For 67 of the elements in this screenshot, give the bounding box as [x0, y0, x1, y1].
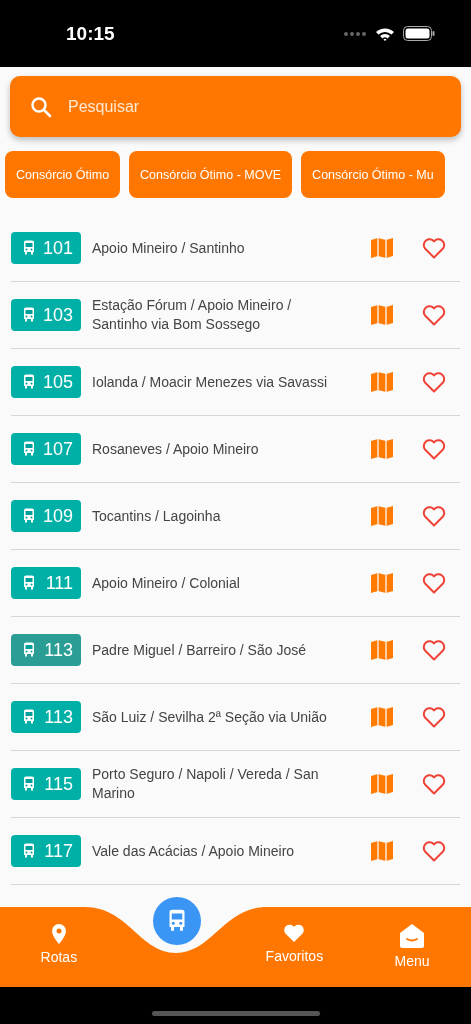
route-number: 113 [44, 639, 73, 661]
bus-icon [21, 441, 37, 457]
heart-icon [283, 924, 306, 943]
map-icon[interactable] [371, 305, 393, 325]
route-name: Vale das Acácias / Apoio Mineiro [92, 841, 296, 861]
map-icon[interactable] [371, 238, 393, 258]
map-icon[interactable] [371, 372, 393, 392]
bus-icon [21, 776, 37, 792]
bus-icon [21, 374, 37, 390]
bus-icon [21, 508, 37, 524]
location-pin-icon [50, 924, 67, 944]
heart-icon[interactable] [422, 639, 446, 661]
bus-button[interactable] [152, 897, 201, 945]
bus-icon [21, 307, 37, 323]
route-number: 105 [42, 371, 73, 393]
heart-icon[interactable] [422, 706, 446, 728]
bus-icon [21, 642, 37, 658]
heart-icon[interactable] [422, 438, 446, 460]
wifi-icon [375, 26, 395, 41]
map-icon[interactable] [371, 573, 393, 593]
status-time: 10:15 [66, 22, 115, 45]
route-number: 101 [42, 237, 73, 259]
heart-icon[interactable] [422, 237, 446, 259]
map-icon[interactable] [371, 774, 393, 794]
route-name: Estação Fórum / Apoio Mineiro / Santinho via Bom Sossego [92, 296, 293, 334]
battery-icon [403, 26, 435, 41]
heart-icon[interactable] [422, 371, 446, 393]
route-name: Padre Miguel / Barreiro / São José [92, 640, 307, 660]
heart-icon[interactable] [422, 572, 446, 594]
bus-icon [21, 575, 37, 591]
route-number: 117 [44, 840, 73, 862]
search-icon [30, 95, 52, 118]
route-name: Apoio Mineiro / Colonial [92, 573, 241, 593]
nav-tab[interactable]: Favoritos [235, 907, 354, 987]
route-number: 107 [42, 438, 73, 460]
signal-icon [343, 30, 367, 37]
filter-chip[interactable]: Consórcio Ótimo [5, 151, 121, 198]
heart-icon[interactable] [422, 840, 446, 862]
route-name: São Luiz / Sevilha 2ª Seção via União [92, 707, 328, 727]
map-icon[interactable] [371, 707, 393, 727]
route-number: 115 [44, 773, 73, 795]
heart-icon[interactable] [422, 773, 446, 795]
bus-icon [21, 709, 37, 725]
route-name: Porto Seguro / Napoli / Vereda / San Marino [92, 765, 320, 803]
route-name: Rosaneves / Apoio Mineiro [92, 439, 260, 459]
search-bar[interactable]: Pesquisar [10, 76, 461, 137]
map-icon[interactable] [371, 841, 393, 861]
search-field[interactable]: Pesquisar [66, 96, 441, 117]
bus-icon [21, 240, 37, 256]
bus-icon [21, 843, 37, 859]
filter-chip[interactable]: Consórcio Ótimo - MOVE [129, 151, 293, 198]
heart-icon[interactable] [422, 304, 446, 326]
house-icon [400, 924, 425, 948]
route-name: Iolanda / Moacir Menezes via Savassi [92, 372, 328, 392]
map-icon[interactable] [371, 640, 393, 660]
route-number: 109 [42, 505, 73, 527]
nav-tab[interactable]: Menu [353, 907, 471, 987]
filter-chip[interactable]: Consórcio Ótimo - Mu [301, 151, 445, 198]
map-icon[interactable] [371, 439, 393, 459]
route-name: Tocantins / Lagoinha [92, 506, 222, 526]
nav-tab[interactable]: Rotas [0, 907, 118, 987]
heart-icon[interactable] [422, 505, 446, 527]
map-icon[interactable] [371, 506, 393, 526]
route-number: 103 [42, 304, 73, 326]
route-name: Apoio Mineiro / Santinho [92, 238, 246, 258]
route-number: 113 [44, 706, 73, 728]
route-number: 111 [45, 572, 73, 594]
